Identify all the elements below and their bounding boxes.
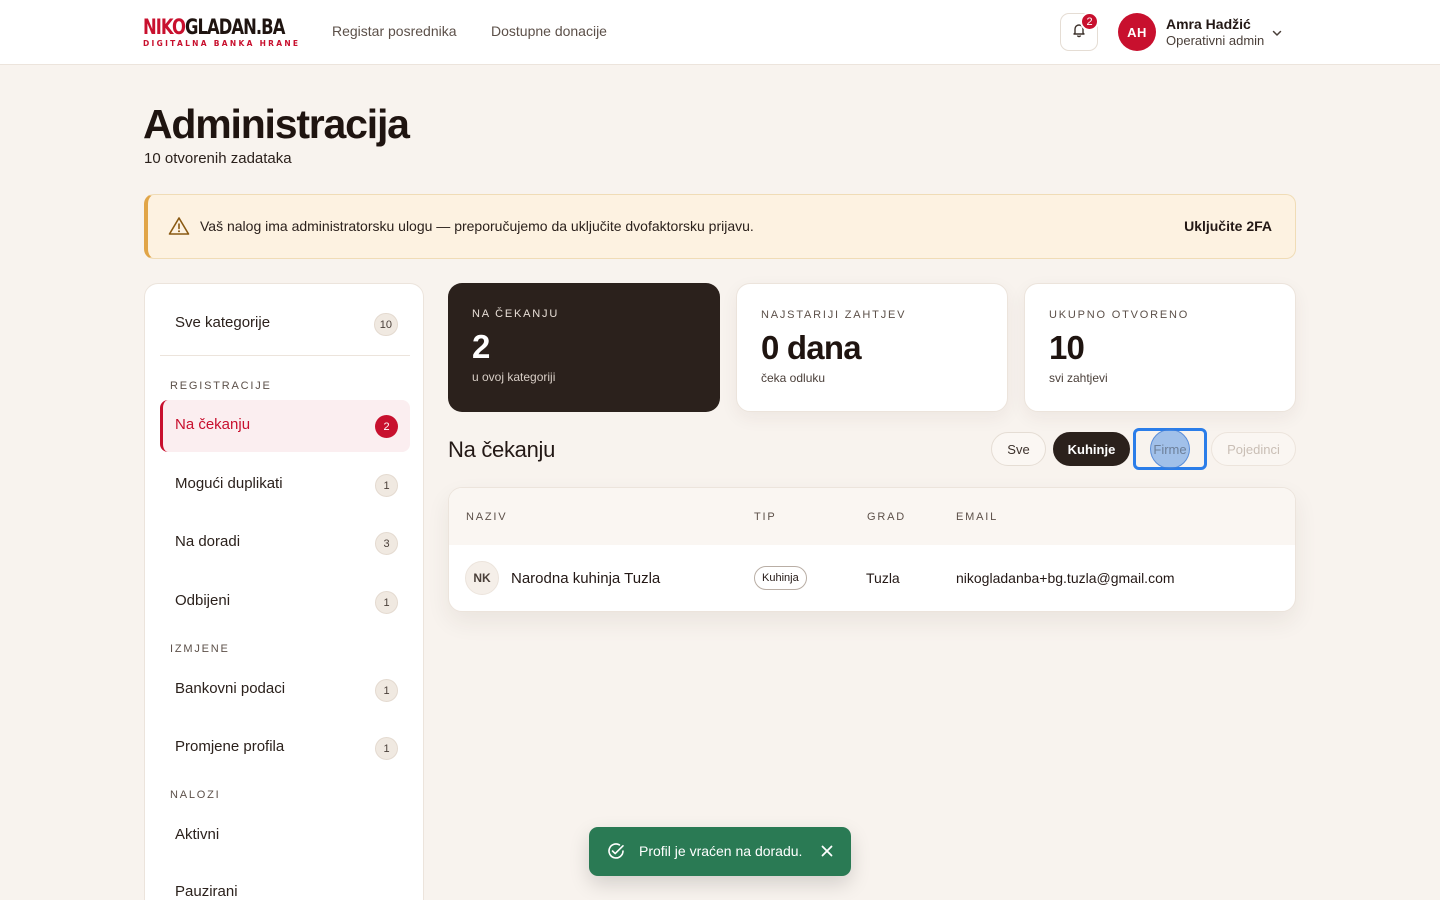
user-role: Operativni admin [1166, 33, 1265, 48]
toast-message: Profil je vraćen na doradu. [639, 843, 803, 859]
top-header: NIKOGLADAN.BA DIGITALNA BANKA HRANE Regi… [0, 0, 1440, 65]
column-header-grad: GRAD [867, 511, 906, 523]
sidebar-divider [160, 355, 410, 356]
column-header-naziv: NAZIV [466, 511, 508, 523]
sidebar-item-label: Mogući duplikati [175, 475, 283, 492]
sidebar-item-moguci-duplikati[interactable]: Mogući duplikati 1 [160, 459, 410, 511]
sidebar-item-label: Odbijeni [175, 592, 231, 609]
logo-tagline: DIGITALNA BANKA HRANE [143, 39, 301, 48]
stat-card-ukupno-otvoreno: UKUPNO OTVORENO 10 svi zahtjevi [1024, 283, 1296, 412]
sidebar-item-count: 1 [375, 679, 398, 702]
table-header: NAZIV TIP GRAD EMAIL [449, 488, 1295, 545]
sidebar-item-label: Pauzirani [175, 883, 238, 900]
sidebar-item-label: Sve kategorije [175, 314, 271, 331]
filter-kuhinje[interactable]: Kuhinje [1053, 432, 1130, 466]
sidebar-item-na-doradi[interactable]: Na doradi 3 [160, 517, 410, 569]
stat-label: NAJSTARIJI ZAHTJEV [761, 309, 907, 321]
type-badge: Kuhinja [754, 566, 807, 590]
sidebar-item-label: Bankovni podaci [175, 680, 286, 697]
table-row[interactable]: NK Narodna kuhinja Tuzla Kuhinja Tuzla n… [449, 545, 1295, 611]
nav-dostupne-donacije[interactable]: Dostupne donacije [491, 23, 607, 39]
requests-table: NAZIV TIP GRAD EMAIL NK Narodna kuhinja … [448, 487, 1296, 612]
success-toast: Profil je vraćen na doradu. [589, 827, 851, 876]
column-header-tip: TIP [754, 511, 777, 523]
stat-hint: čeka odluku [761, 371, 826, 385]
sidebar-item-sve-kategorije[interactable]: Sve kategorije 10 [160, 298, 410, 350]
section-nalozi: NALOZI [170, 789, 221, 801]
sidebar-item-count: 1 [375, 474, 398, 497]
chevron-down-icon[interactable] [1271, 26, 1283, 44]
sidebar-item-label: Aktivni [175, 826, 220, 843]
stat-card-najstariji-zahtjev: NAJSTARIJI ZAHTJEV 0 dana čeka odluku [736, 283, 1008, 412]
logo[interactable]: NIKOGLADAN.BA DIGITALNA BANKA HRANE [143, 15, 301, 48]
stat-value: 0 dana [761, 329, 862, 366]
stat-value: 10 [1049, 329, 1085, 366]
row-name[interactable]: Narodna kuhinja Tuzla [511, 570, 660, 587]
sidebar-item-aktivni[interactable]: Aktivni [160, 810, 410, 862]
sidebar-item-count: 1 [375, 737, 398, 760]
sidebar-item-odbijeni[interactable]: Odbijeni 1 [160, 576, 410, 628]
section-registracije: REGISTRACIJE [170, 380, 272, 392]
sidebar-item-count: 10 [373, 313, 398, 336]
page-subtitle: 10 otvorenih zadataka [144, 150, 292, 167]
row-email: nikogladanba+bg.tuzla@gmail.com [956, 570, 1175, 586]
twofa-alert: Vaš nalog ima administratorsku ulogu — p… [144, 194, 1296, 259]
warning-icon [168, 216, 190, 241]
stat-label: UKUPNO OTVORENO [1049, 309, 1190, 321]
sidebar-item-bankovni-podaci[interactable]: Bankovni podaci 1 [160, 664, 410, 716]
sidebar-item-na-cekanju[interactable]: Na čekanju 2 [160, 400, 410, 452]
sidebar-item-label: Na čekanju [175, 416, 251, 433]
stat-card-na-cekanju: NA ČEKANJU 2 u ovoj kategoriji [448, 283, 720, 412]
filter-pojedinci[interactable]: Pojedinci [1211, 432, 1296, 466]
sidebar-item-label: Promjene profila [175, 738, 285, 755]
row-avatar: NK [465, 561, 499, 595]
check-circle-icon [606, 841, 626, 866]
close-icon[interactable] [820, 844, 834, 863]
avatar[interactable]: AH [1118, 13, 1156, 51]
category-sidebar: Sve kategorije 10 REGISTRACIJE Na čekanj… [144, 283, 424, 900]
nav-registar-posrednika[interactable]: Registar posrednika [332, 23, 457, 39]
row-city: Tuzla [866, 570, 900, 586]
sidebar-item-pauzirani[interactable]: Pauzirani [160, 867, 410, 900]
filter-firme[interactable]: Firme [1137, 432, 1203, 466]
notifications-badge: 2 [1080, 12, 1099, 31]
sidebar-item-count: 3 [375, 532, 398, 555]
sidebar-item-promjene-profila[interactable]: Promjene profila 1 [160, 722, 410, 774]
stat-hint: u ovoj kategoriji [472, 370, 556, 384]
section-izmjene: IZMJENE [170, 643, 230, 655]
stat-label: NA ČEKANJU [472, 308, 560, 320]
page-title: Administracija [143, 101, 410, 147]
sidebar-item-label: Na doradi [175, 533, 241, 550]
logo-wordmark: NIKOGLADAN.BA [143, 15, 285, 39]
filter-sve[interactable]: Sve [991, 432, 1046, 466]
list-title: Na čekanju [448, 437, 556, 462]
enable-2fa-link[interactable]: Uključite 2FA [1184, 218, 1272, 234]
column-header-email: EMAIL [956, 511, 999, 523]
sidebar-item-count: 1 [375, 591, 398, 614]
user-name[interactable]: Amra Hadžić [1166, 16, 1251, 32]
sidebar-item-count: 2 [375, 415, 398, 438]
logo-part-gladan: GLADAN.BA [184, 15, 285, 39]
alert-text: Vaš nalog ima administratorsku ulogu — p… [200, 218, 754, 234]
stat-hint: svi zahtjevi [1049, 371, 1108, 385]
stat-value: 2 [472, 328, 490, 365]
logo-part-niko: NIKO [143, 15, 186, 39]
